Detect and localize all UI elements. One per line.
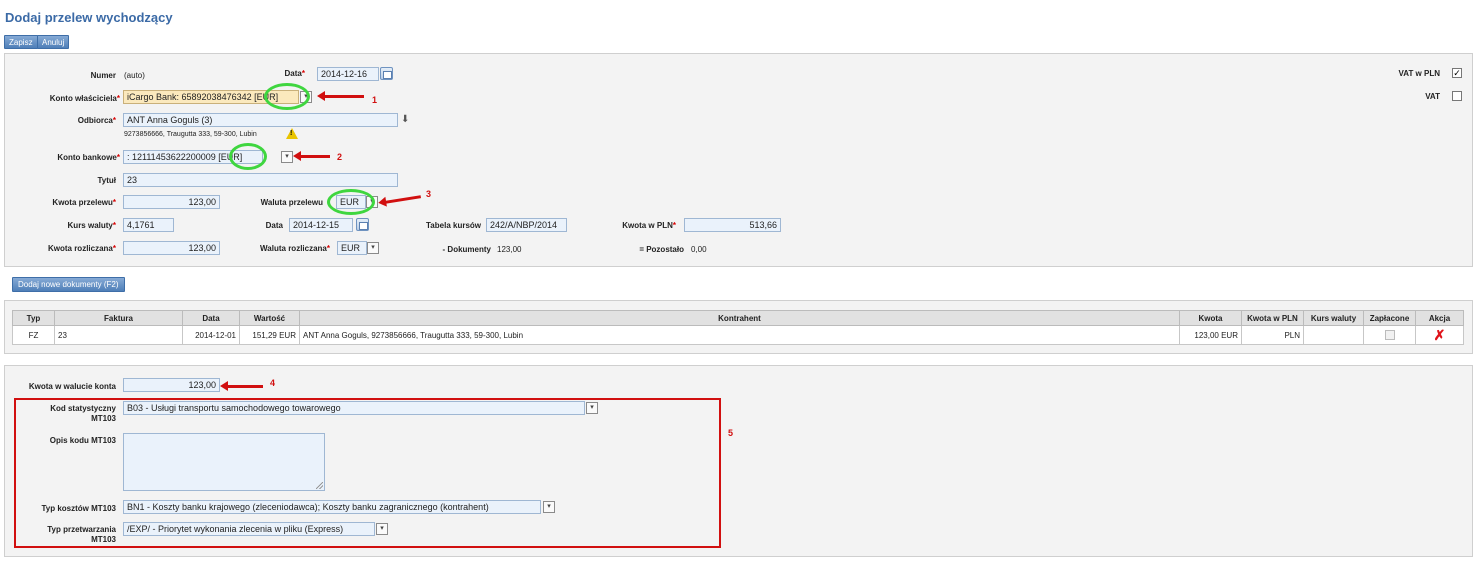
recipient-address: 9273856666, Traugutta 333, 59-300, Lubin	[124, 131, 257, 138]
calendar-icon[interactable]	[380, 67, 393, 80]
annotation-arrow-4	[220, 381, 263, 391]
exchange-rate-label: Kurs waluty*	[67, 221, 116, 230]
chevron-down-icon[interactable]: ▾	[367, 242, 379, 254]
chevron-down-icon[interactable]: ▾	[543, 501, 555, 513]
highlight-ring-1	[264, 83, 310, 110]
recipient-label: Odbiorca*	[77, 116, 116, 125]
warning-icon: !	[286, 128, 298, 139]
recipient-input[interactable]: ANT Anna Goguls (3)	[123, 113, 398, 127]
cost-type-select[interactable]: BN1 - Koszty banku krajowego (zlecenioda…	[123, 500, 541, 514]
highlight-ring-3	[327, 189, 375, 215]
vat-pln-label: VAT w PLN	[1398, 69, 1440, 78]
col-wartosc[interactable]: Wartość	[239, 310, 300, 326]
table-row: FZ 23 2014-12-01 151,29 EUR ANT Anna Gog…	[12, 325, 1464, 345]
stat-code-label: Kod statystyczny MT103	[50, 404, 116, 423]
data-label: Data*	[284, 69, 305, 78]
code-description-textarea[interactable]	[123, 433, 325, 491]
remaining-label: = Pozostało	[639, 245, 684, 254]
title-input[interactable]: 23	[123, 173, 398, 187]
account-currency-amount-input[interactable]: 123,00	[123, 378, 220, 392]
col-zaplacone[interactable]: Zapłacone	[1363, 310, 1416, 326]
cost-type-label: Typ kosztów MT103	[41, 504, 116, 513]
annotation-arrow-2	[293, 151, 330, 161]
settled-currency-label: Waluta rozliczana*	[260, 244, 330, 253]
cancel-button[interactable]: Anuluj	[37, 35, 70, 49]
owner-account-label: Konto właściciela*	[49, 94, 120, 103]
resize-grip-icon[interactable]	[316, 482, 323, 489]
add-documents-button[interactable]: Dodaj nowe dokumenty (F2)	[12, 277, 125, 292]
settled-currency-select[interactable]: EUR	[337, 241, 367, 255]
col-kurs[interactable]: Kurs waluty	[1303, 310, 1364, 326]
col-kwota[interactable]: Kwota	[1179, 310, 1242, 326]
transfer-amount-input[interactable]: 123,00	[123, 195, 220, 209]
processing-type-label: Typ przetwarzania MT103	[47, 525, 116, 544]
documents-table: Typ Faktura Data Wartość Kontrahent Kwot…	[12, 310, 1464, 345]
amount-pln-label: Kwota w PLN*	[622, 221, 676, 230]
cell-kwota-pln: PLN	[1241, 325, 1304, 345]
delete-icon[interactable]: ✗	[1415, 325, 1464, 345]
documents-label: - Dokumenty	[442, 245, 491, 254]
remaining-value: 0,00	[691, 245, 707, 254]
annotation-1: 1	[372, 95, 378, 105]
numer-label: Numer	[90, 71, 116, 80]
chevron-down-icon[interactable]: ▾	[586, 402, 598, 414]
transfer-currency-label: Waluta przelewu	[260, 198, 323, 207]
account-currency-amount-label: Kwota w walucie konta	[28, 382, 116, 391]
page-title: Dodaj przelew wychodzący	[5, 10, 173, 25]
bank-account-label: Konto bankowe*	[57, 153, 120, 162]
annotation-3: 3	[426, 189, 432, 199]
rate-date-input[interactable]: 2014-12-15	[289, 218, 353, 232]
cell-data: 2014-12-01	[182, 325, 240, 345]
download-icon[interactable]: ⬇	[401, 114, 409, 125]
transfer-amount-label: Kwota przelewu*	[52, 198, 116, 207]
vat-pln-checkbox[interactable]: ✓	[1452, 68, 1462, 78]
cell-wartosc: 151,29 EUR	[239, 325, 300, 345]
cell-kontrahent: ANT Anna Goguls, 9273856666, Traugutta 3…	[299, 325, 1180, 345]
chevron-down-icon[interactable]: ▾	[376, 523, 388, 535]
chevron-down-icon[interactable]: ▾	[281, 151, 293, 163]
col-data[interactable]: Data	[182, 310, 240, 326]
paid-checkbox[interactable]	[1385, 330, 1395, 340]
cell-zaplacone	[1363, 325, 1416, 345]
col-kontrahent[interactable]: Kontrahent	[299, 310, 1180, 326]
vat-label: VAT	[1425, 92, 1440, 101]
numer-value: (auto)	[124, 71, 145, 80]
col-kwota-pln[interactable]: Kwota w PLN	[1241, 310, 1304, 326]
highlight-ring-2	[229, 143, 267, 170]
rate-table-label: Tabela kursów	[426, 221, 481, 230]
settled-amount-input[interactable]: 123,00	[123, 241, 220, 255]
stat-code-select[interactable]: B03 - Usługi transportu samochodowego to…	[123, 401, 585, 415]
rate-date-label: Data	[265, 221, 283, 230]
title-label: Tytuł	[97, 176, 116, 185]
cell-kwota: 123,00 EUR	[1179, 325, 1242, 345]
amount-pln-input[interactable]: 513,66	[684, 218, 781, 232]
exchange-rate-input[interactable]: 4,1761	[123, 218, 174, 232]
rate-table-input[interactable]: 242/A/NBP/2014	[486, 218, 567, 232]
code-description-label: Opis kodu MT103	[49, 436, 116, 445]
annotation-5: 5	[728, 428, 734, 438]
col-faktura[interactable]: Faktura	[54, 310, 183, 326]
save-button[interactable]: Zapisz	[4, 35, 38, 49]
cell-typ: FZ	[12, 325, 55, 345]
col-typ[interactable]: Typ	[12, 310, 55, 326]
annotation-2: 2	[337, 152, 343, 162]
calendar-icon[interactable]	[356, 218, 369, 231]
documents-value: 123,00	[497, 245, 522, 254]
cell-kurs	[1303, 325, 1364, 345]
annotation-4: 4	[270, 378, 276, 388]
cell-faktura: 23	[54, 325, 183, 345]
date-input[interactable]: 2014-12-16	[317, 67, 379, 81]
processing-type-select[interactable]: /EXP/ - Priorytet wykonania zlecenia w p…	[123, 522, 375, 536]
annotation-arrow-1	[317, 91, 364, 101]
settled-amount-label: Kwota rozliczana*	[47, 244, 116, 253]
vat-checkbox[interactable]	[1452, 91, 1462, 101]
col-akcja[interactable]: Akcja	[1415, 310, 1464, 326]
